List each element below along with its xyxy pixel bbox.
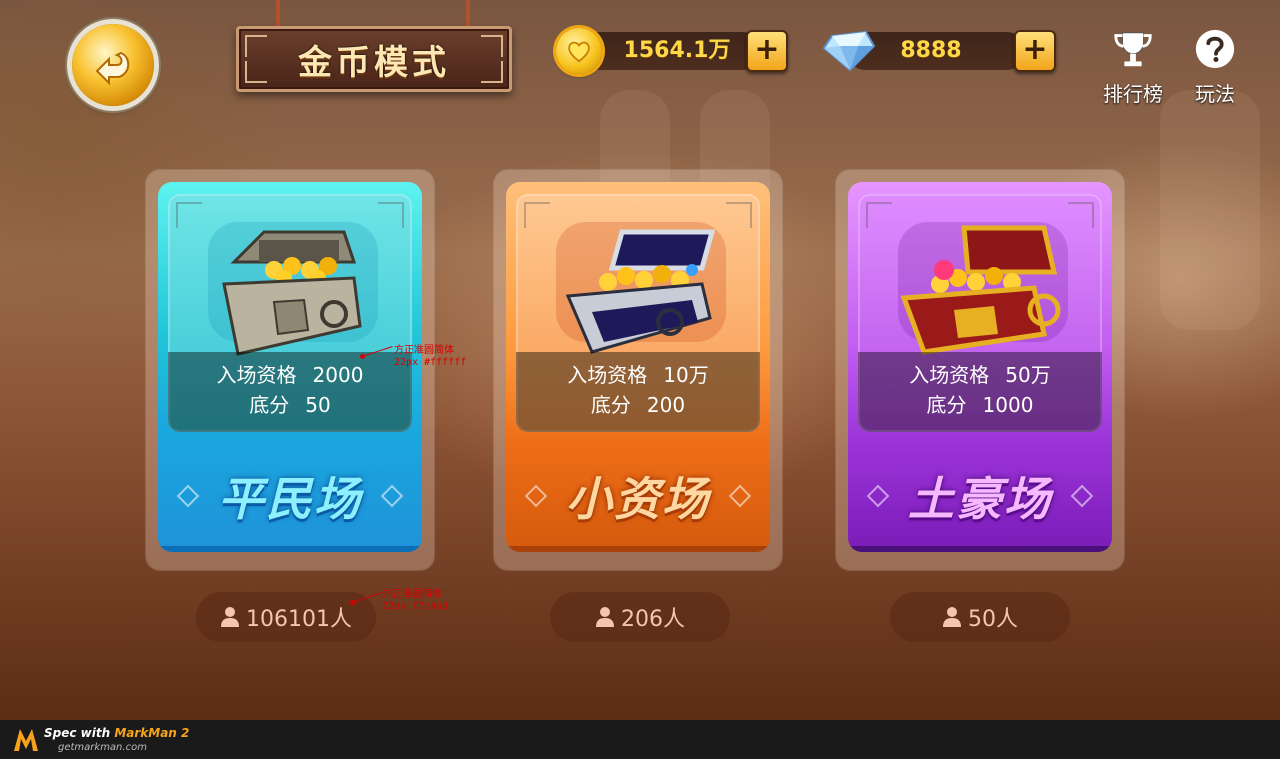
corner-ornament xyxy=(481,35,503,57)
base-score-label: 底分 xyxy=(590,393,631,417)
entry-label: 入场资格 xyxy=(567,363,648,387)
player-count-civilian: 106101人 xyxy=(196,592,376,642)
back-button[interactable] xyxy=(72,24,154,106)
spec-annotation: 方正准圆简体 22px f7c4ad xyxy=(382,589,448,613)
leaderboard-label: 排行榜 xyxy=(1103,82,1163,106)
footer-site[interactable]: getmarkman.com xyxy=(58,742,147,753)
entry-value: 10万 xyxy=(663,363,709,387)
footer-prefix: Spec with xyxy=(44,726,115,740)
corner-ornament xyxy=(378,202,404,228)
leaderboard-button[interactable]: 排行榜 xyxy=(1098,26,1168,110)
corner-ornament xyxy=(481,61,503,83)
entry-value: 2000 xyxy=(312,363,364,387)
player-count-tycoon: 50人 xyxy=(890,592,1070,642)
base-score-label: 底分 xyxy=(926,393,967,417)
person-icon xyxy=(596,607,614,627)
corner-ornament xyxy=(245,35,267,57)
spec-annotation: 方正准圆简体 22px #ffffff xyxy=(394,345,466,369)
treasure-chest-icon xyxy=(565,229,716,354)
room-name-band: 平民场 xyxy=(158,444,422,548)
player-count-petty-bourgeois: 206人 xyxy=(550,592,730,642)
room-card-civilian[interactable]: 入场资格 2000 底分 50 平民场 xyxy=(158,182,422,552)
treasure-chest-icon xyxy=(222,230,362,356)
footer-spec-text: Spec with MarkMan 2 xyxy=(44,726,189,740)
room-card-frame: 入场资格 2000 底分 50 平民场 xyxy=(146,170,434,570)
help-label: 玩法 xyxy=(1195,82,1235,106)
markman-footer: Spec with MarkMan 2 getmarkman.com xyxy=(0,720,1280,759)
room-card-frame: 入场资格 10万 底分 200 小资场 xyxy=(494,170,782,570)
entry-label: 入场资格 xyxy=(216,363,297,387)
player-count: 206人 xyxy=(621,607,685,632)
trophy-icon xyxy=(1114,32,1152,67)
person-icon xyxy=(221,607,239,627)
base-score-label: 底分 xyxy=(249,393,290,417)
room-info-panel: 入场资格 50万 底分 1000 xyxy=(858,352,1102,432)
entry-label: 入场资格 xyxy=(909,363,990,387)
card-bottom-edge xyxy=(848,546,1112,552)
player-count: 50人 xyxy=(968,607,1018,632)
room-name-band: 土豪场 xyxy=(848,444,1112,548)
spec-font: 方正准圆简体 xyxy=(394,345,454,356)
plus-icon: + xyxy=(754,31,780,67)
spec-size-color: 22px #ffffff xyxy=(394,357,467,368)
markman-logo-icon xyxy=(14,729,38,751)
spec-font: 方正准圆简体 xyxy=(382,589,442,600)
diamond-icon xyxy=(822,30,876,72)
title-plaque: 金币模式 xyxy=(236,26,512,92)
room-card-frame: 入场资格 50万 底分 1000 土豪场 xyxy=(836,170,1124,570)
corner-ornament xyxy=(866,202,892,228)
room-info-panel: 入场资格 10万 底分 200 xyxy=(516,352,760,432)
corner-ornament xyxy=(524,202,550,228)
coin-heart-icon xyxy=(556,28,602,74)
room-card-tycoon[interactable]: 入场资格 50万 底分 1000 土豪场 xyxy=(848,182,1112,552)
add-coins-button[interactable]: + xyxy=(746,30,788,72)
bg-light-stripe xyxy=(1160,90,1260,330)
room-name: 平民场 xyxy=(218,472,362,526)
footer-brand: MarkMan 2 xyxy=(114,726,190,740)
back-arrow-icon xyxy=(95,51,130,86)
plus-icon: + xyxy=(1022,31,1048,67)
treasure-chest-icon xyxy=(900,225,1061,355)
card-bottom-edge xyxy=(506,546,770,552)
room-name: 土豪场 xyxy=(908,472,1052,526)
room-name-band: 小资场 xyxy=(506,444,770,548)
room-card-petty-bourgeois[interactable]: 入场资格 10万 底分 200 小资场 xyxy=(506,182,770,552)
question-mark-icon xyxy=(1195,29,1235,69)
room-name: 小资场 xyxy=(566,472,710,526)
base-score-value: 200 xyxy=(646,393,686,417)
page-title: 金币模式 xyxy=(298,42,450,83)
help-button[interactable]: 玩法 xyxy=(1180,26,1250,110)
person-icon xyxy=(943,607,961,627)
add-diamonds-button[interactable]: + xyxy=(1014,30,1056,72)
entry-value: 50万 xyxy=(1005,363,1051,387)
room-info-panel: 入场资格 2000 底分 50 xyxy=(168,352,412,432)
corner-ornament xyxy=(176,202,202,228)
corner-ornament xyxy=(245,61,267,83)
card-bottom-edge xyxy=(158,546,422,552)
player-count: 106101人 xyxy=(246,607,352,632)
base-score-value: 1000 xyxy=(982,393,1034,417)
corner-ornament xyxy=(726,202,752,228)
corner-ornament xyxy=(1068,202,1094,228)
spec-size-color: 22px f7c4ad xyxy=(382,601,449,612)
base-score-value: 50 xyxy=(305,393,331,417)
